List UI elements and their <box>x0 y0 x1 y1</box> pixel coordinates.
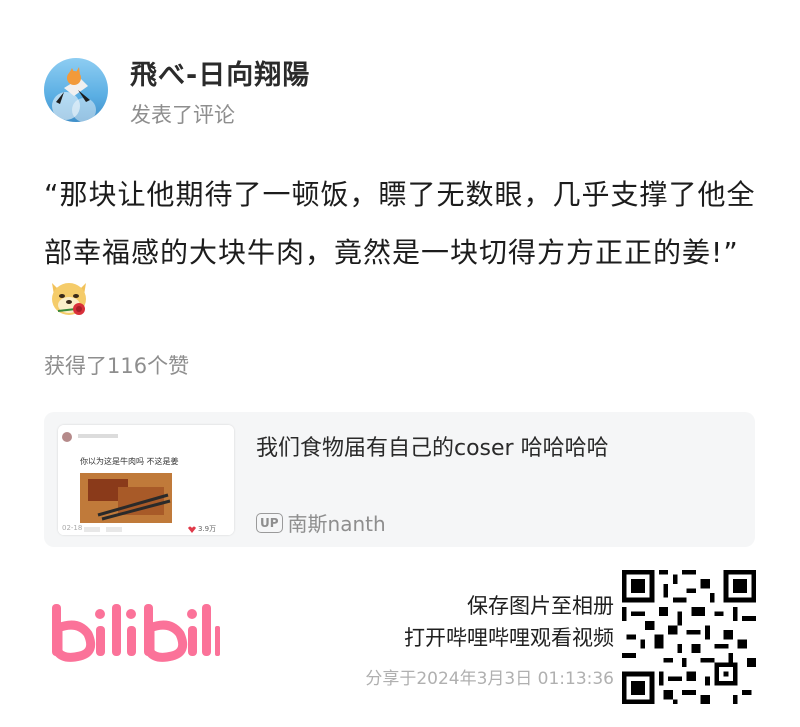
qr-code-icon <box>622 570 756 708</box>
comment-text-block: “那块让他期待了一顿饭，瞟了无数眼，几乎支撑了他全部幸福感的大块牛肉，竟然是一块… <box>44 166 764 341</box>
bilibili-logo <box>50 598 220 672</box>
uploader-name: 南斯nanth <box>287 512 386 536</box>
doge-rose-emoji-icon <box>46 275 92 341</box>
avatar-image <box>52 67 96 122</box>
thumbnail-likes: 3.9万 <box>198 525 217 533</box>
uploader[interactable]: UP 南斯nanth <box>256 508 386 537</box>
user-avatar[interactable] <box>44 58 108 122</box>
open-app-text: 打开哔哩哔哩观看视频 <box>404 626 614 650</box>
thumbnail-meta: 02-18 <box>62 524 83 532</box>
share-timestamp: 分享于2024年3月3日 01:13:36 <box>365 669 614 689</box>
video-thumbnail[interactable]: 你以为这是牛肉吗 不这是姜 02-18 3.9万 <box>58 425 234 535</box>
comment-action-label: 发表了评论 <box>130 103 235 127</box>
comment-text: “那块让他期待了一顿饭，瞟了无数眼，几乎支撑了他全部幸福感的大块牛肉，竟然是一块… <box>44 178 756 269</box>
user-meta: 飛べ-日向翔陽 发表了评论 <box>130 60 310 128</box>
username[interactable]: 飛べ-日向翔陽 <box>130 60 310 92</box>
comment-header: 飛べ-日向翔陽 发表了评论 <box>44 58 310 128</box>
video-title[interactable]: 我们食物届有自己的coser 哈哈哈哈 <box>256 430 609 462</box>
up-badge: UP <box>256 512 283 533</box>
video-card[interactable]: 你以为这是牛肉吗 不这是姜 02-18 3.9万 我们食物届有自己的coser … <box>44 412 755 547</box>
likes-count: 获得了116个赞 <box>44 354 190 378</box>
thumbnail-image <box>58 425 234 535</box>
save-to-album-text: 保存图片至相册 <box>467 594 614 618</box>
thumbnail-caption: 你以为这是牛肉吗 不这是姜 <box>80 457 179 466</box>
save-instructions: 保存图片至相册 打开哔哩哔哩观看视频 <box>404 590 614 654</box>
